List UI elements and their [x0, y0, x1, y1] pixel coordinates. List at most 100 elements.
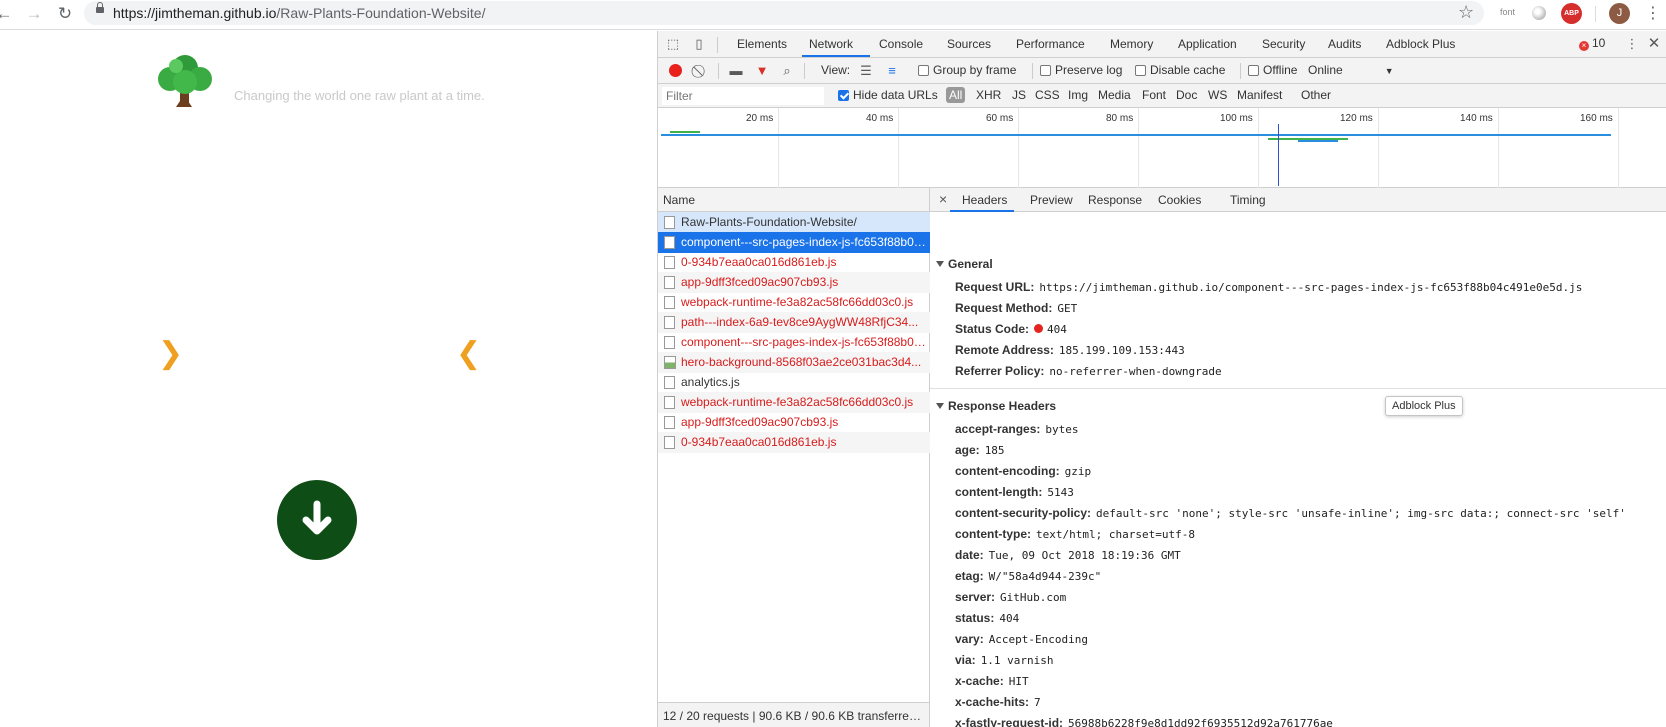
header-value: 404: [999, 612, 1020, 625]
tab-memory[interactable]: Memory: [1110, 37, 1153, 51]
tab-audits[interactable]: Audits: [1328, 37, 1361, 51]
request-row[interactable]: component---src-pages-index-js-fc653f88b…: [658, 232, 930, 253]
device-toolbar-icon[interactable]: ▯: [691, 36, 707, 52]
general-section-toggle[interactable]: General: [936, 257, 993, 271]
tab-application[interactable]: Application: [1178, 37, 1237, 51]
filter-type-manifest[interactable]: Manifest: [1237, 88, 1282, 102]
request-name: path---index-6a9-tev8ce9AygWW48RfjC34...: [681, 315, 919, 329]
forward-icon[interactable]: →: [24, 4, 44, 24]
tab-adblock-plus[interactable]: Adblock Plus: [1386, 37, 1455, 51]
search-icon[interactable]: ⌕: [779, 63, 795, 79]
filter-type-css[interactable]: CSS: [1035, 88, 1060, 102]
request-row[interactable]: 0-934b7eaa0ca016d861eb.js: [658, 252, 930, 273]
general-header-row: Referrer Policy: no-referrer-when-downgra…: [955, 364, 1222, 378]
general-header-row: Remote Address: 185.199.109.153:443: [955, 343, 1185, 357]
timeline-request-bar: [1298, 140, 1338, 142]
filter-input[interactable]: [662, 87, 824, 105]
filter-type-ws[interactable]: WS: [1208, 88, 1227, 102]
request-row[interactable]: 0-934b7eaa0ca016d861eb.js: [658, 432, 930, 453]
timeline-tick-label: 80 ms: [1106, 113, 1134, 124]
chrome-menu-icon[interactable]: ⋮: [1645, 3, 1661, 23]
url-text[interactable]: https://jimtheman.github.io/Raw-Plants-F…: [113, 5, 485, 21]
clear-icon[interactable]: ⃠: [693, 63, 709, 79]
tab-headers[interactable]: Headers: [962, 193, 1007, 207]
hide-data-urls-checkbox[interactable]: Hide data URLs: [838, 88, 938, 102]
response-header-row: status: 404: [955, 611, 1019, 625]
request-row[interactable]: path---index-6a9-tev8ce9AygWW48RfjC34...: [658, 312, 930, 333]
response-header-row: x-cache-hits: 7: [955, 695, 1041, 709]
timeline-request-bar: [661, 134, 1611, 136]
tab-timing[interactable]: Timing: [1230, 193, 1266, 207]
filter-type-js[interactable]: JS: [1012, 88, 1026, 102]
tab-response[interactable]: Response: [1088, 193, 1142, 207]
devtools-menu-icon[interactable]: ⋮: [1624, 36, 1640, 52]
filter-type-all[interactable]: All: [946, 87, 966, 103]
network-overview-timeline[interactable]: 20 ms 40 ms 60 ms 80 ms 100 ms 120 ms 14…: [658, 108, 1666, 188]
filter-icon[interactable]: ▼: [754, 63, 770, 79]
tab-sources[interactable]: Sources: [947, 37, 991, 51]
close-devtools-icon[interactable]: ✕: [1646, 36, 1662, 52]
header-value: no-referrer-when-downgrade: [1049, 365, 1222, 378]
group-by-frame-checkbox[interactable]: Group by frame: [918, 63, 1016, 77]
reload-icon[interactable]: ↻: [55, 4, 75, 24]
font-extension-icon[interactable]: font: [1500, 7, 1515, 17]
close-detail-icon[interactable]: ×: [939, 191, 947, 207]
tab-performance[interactable]: Performance: [1016, 37, 1085, 51]
tab-cookies[interactable]: Cookies: [1158, 193, 1201, 207]
tab-console[interactable]: Console: [879, 37, 923, 51]
header-key: etag:: [955, 569, 984, 583]
tab-network[interactable]: Network: [809, 37, 853, 51]
carousel-next-arrow-icon[interactable]: ❯: [158, 336, 183, 371]
request-row[interactable]: Raw-Plants-Foundation-Website/: [658, 212, 930, 233]
throttling-select[interactable]: Online ▼: [1308, 63, 1394, 77]
lock-icon[interactable]: [96, 2, 104, 13]
requests-name-column-header[interactable]: Name: [658, 188, 930, 212]
request-row[interactable]: webpack-runtime-fe3a82ac58fc66dd03c0.js: [658, 292, 930, 313]
large-rows-icon[interactable]: ☰: [858, 63, 874, 79]
tab-elements[interactable]: Elements: [737, 37, 787, 51]
filter-type-font[interactable]: Font: [1142, 88, 1166, 102]
scroll-down-button[interactable]: [277, 480, 357, 560]
timeline-gridline: [1018, 108, 1019, 188]
header-key: date:: [955, 548, 984, 562]
disable-cache-checkbox[interactable]: Disable cache: [1135, 63, 1225, 77]
adblock-plus-icon[interactable]: ABP: [1561, 3, 1582, 24]
tab-preview[interactable]: Preview: [1030, 193, 1073, 207]
tab-security[interactable]: Security: [1262, 37, 1305, 51]
bookmark-star-icon[interactable]: ☆: [1458, 2, 1474, 23]
preserve-log-checkbox[interactable]: Preserve log: [1040, 63, 1122, 77]
timeline-tick-label: 140 ms: [1460, 113, 1493, 124]
request-row[interactable]: app-9dff3fced09ac907cb93.js: [658, 412, 930, 433]
document-file-icon: [664, 236, 675, 249]
document-file-icon: [664, 296, 675, 309]
offline-checkbox[interactable]: Offline: [1248, 63, 1297, 77]
filter-type-doc[interactable]: Doc: [1176, 88, 1197, 102]
filter-type-xhr[interactable]: XHR: [976, 88, 1001, 102]
extension-icon[interactable]: [1532, 6, 1546, 20]
avatar[interactable]: J: [1609, 3, 1630, 24]
view-label: View:: [821, 63, 851, 77]
waterfall-icon[interactable]: ≡: [884, 63, 900, 79]
request-row[interactable]: hero-background-8568f03ae2ce031bac3d4...: [658, 352, 930, 373]
filter-type-img[interactable]: Img: [1068, 88, 1088, 102]
request-name: analytics.js: [681, 375, 740, 389]
filter-type-other[interactable]: Other: [1301, 88, 1331, 102]
document-file-icon: [664, 336, 675, 349]
header-value: text/html; charset=utf-8: [1036, 528, 1195, 541]
header-value: 56988b6228f9e8d1dd92f6935512d92a761776ae: [1068, 717, 1333, 727]
request-row[interactable]: webpack-runtime-fe3a82ac58fc66dd03c0.js: [658, 392, 930, 413]
response-headers-section-toggle[interactable]: Response Headers: [936, 399, 1056, 413]
back-icon[interactable]: ←: [0, 4, 14, 24]
screenshot-camera-icon[interactable]: ▬: [728, 63, 744, 79]
record-button[interactable]: [669, 64, 682, 77]
error-count-badge[interactable]: × 10: [1579, 36, 1605, 51]
request-row[interactable]: component---src-pages-index-js-fc653f88b…: [658, 332, 930, 353]
response-header-row: via: 1.1 varnish: [955, 653, 1054, 667]
request-row[interactable]: analytics.js: [658, 372, 930, 393]
request-row[interactable]: app-9dff3fced09ac907cb93.js: [658, 272, 930, 293]
headers-detail-pane: General Request URL: https://jimtheman.gi…: [930, 212, 1666, 727]
header-key: content-security-policy:: [955, 506, 1092, 520]
filter-type-media[interactable]: Media: [1098, 88, 1131, 102]
inspect-element-icon[interactable]: ⬚: [665, 36, 681, 52]
carousel-prev-arrow-icon[interactable]: ❮: [456, 336, 481, 371]
